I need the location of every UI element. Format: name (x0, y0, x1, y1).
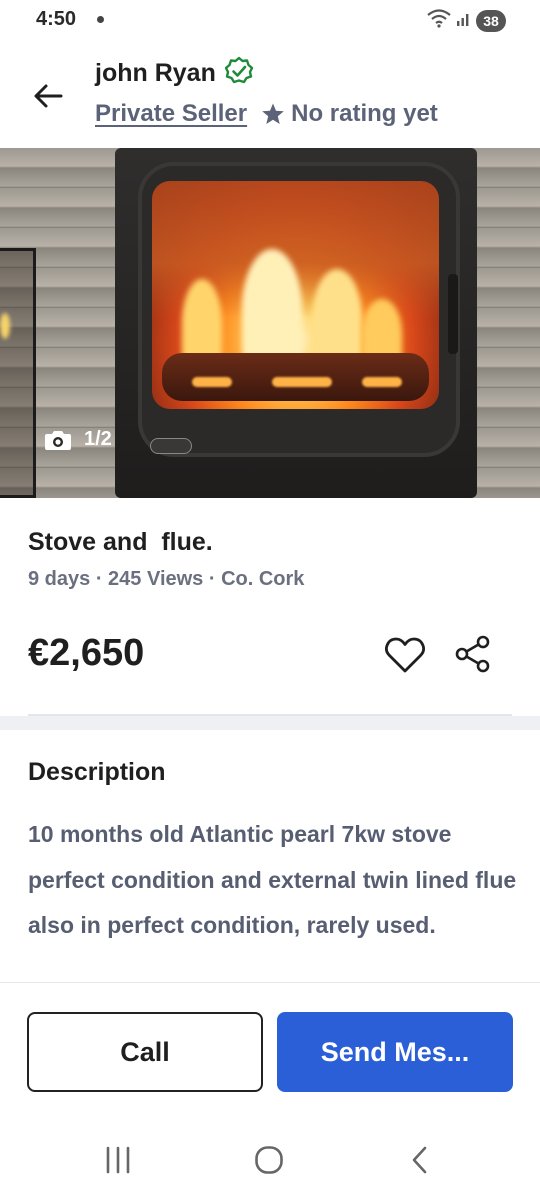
share-icon (455, 635, 490, 673)
photo-counter: 1/2 (44, 428, 112, 451)
call-button[interactable]: Call (27, 1012, 263, 1092)
seller-rating: No rating yet (261, 100, 438, 128)
heart-icon (385, 637, 425, 673)
action-bar: Call Send Mes... (0, 982, 540, 1100)
stove-handle (448, 274, 458, 354)
share-button[interactable] (454, 634, 492, 674)
listing-title: Stove and flue. (28, 528, 213, 556)
signal-icon (456, 9, 472, 32)
seller-type-link[interactable]: Private Seller (95, 100, 247, 128)
description-body: 10 months old Atlantic pearl 7kw stove p… (28, 821, 517, 938)
side-lantern (0, 248, 36, 498)
listing-meta: 9 days · 245 Views · Co. Cork (28, 568, 305, 590)
flame (242, 249, 302, 369)
ember (272, 377, 332, 387)
seller-meta: Private Seller No rating yet (95, 100, 438, 128)
listing-photo[interactable]: 1/2 (0, 148, 540, 498)
seller-name[interactable]: john Ryan (95, 59, 216, 88)
status-icons: 38 (426, 8, 506, 33)
lantern-glow (0, 313, 10, 339)
seller-name-row: john Ryan (95, 56, 254, 91)
system-nav-bar (0, 1110, 540, 1200)
notification-dot (97, 16, 104, 23)
ember (362, 377, 402, 387)
battery-icon: 38 (476, 9, 506, 32)
recents-icon (106, 1146, 130, 1174)
back-icon (412, 1146, 427, 1174)
back-button[interactable] (28, 76, 68, 116)
stove-brand-badge (150, 438, 192, 454)
nav-back-button[interactable] (398, 1140, 442, 1180)
stone-wall-right (470, 148, 540, 498)
camera-icon (45, 430, 71, 450)
send-message-button[interactable]: Send Mes... (277, 1012, 513, 1092)
arrow-left-icon (34, 84, 63, 108)
recents-button[interactable] (96, 1140, 140, 1180)
section-separator (0, 716, 540, 730)
wifi-icon (426, 8, 452, 33)
ember (192, 377, 232, 387)
photo-counter-text: 1/2 (84, 428, 112, 450)
home-button[interactable] (247, 1140, 291, 1180)
verified-badge-icon (224, 56, 254, 91)
seller-header: john Ryan Private Seller No rating yet (0, 44, 540, 144)
listing-price: €2,650 (28, 632, 145, 674)
rating-text: No rating yet (291, 100, 438, 127)
star-icon (262, 103, 284, 124)
description-heading: Description (28, 758, 166, 786)
fire-window (152, 181, 439, 409)
home-icon (255, 1146, 283, 1174)
favourite-button[interactable] (384, 636, 426, 674)
status-bar: 4:50 38 (0, 0, 540, 40)
status-time: 4:50 (36, 8, 77, 30)
